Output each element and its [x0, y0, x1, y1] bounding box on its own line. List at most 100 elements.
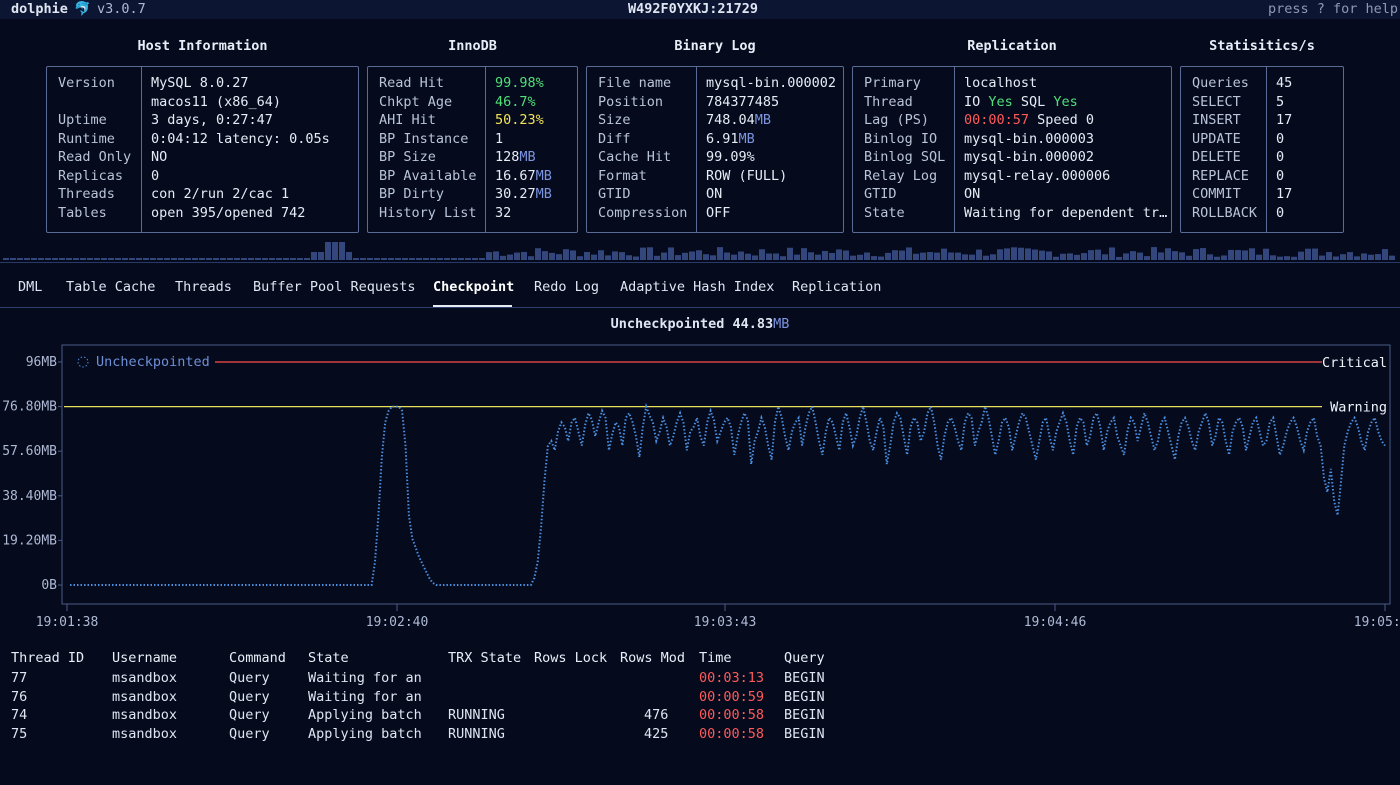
host-info-title: Host Information [137, 38, 268, 54]
sparkline-bar [927, 252, 933, 260]
column-header[interactable]: Query [784, 650, 825, 667]
panel-label: ROLLBACK [1192, 204, 1258, 221]
sparkline-bar [1081, 253, 1087, 260]
sparkline-bar [885, 252, 891, 260]
sparkline-bar [1284, 256, 1290, 260]
sparkline-bar [150, 258, 156, 260]
value-unit: MB [519, 149, 536, 165]
sparkline-bar [647, 247, 653, 260]
sparkline-bar [1032, 249, 1038, 260]
panel-label: Format [598, 167, 647, 184]
table-cell: BEGIN [784, 688, 825, 705]
table-cell: Applying batch [308, 725, 422, 742]
sparkline-bar [696, 250, 702, 260]
panel-label: BP Instance [379, 130, 469, 147]
sparkline-bar [829, 252, 835, 260]
sparkline-bar [388, 258, 394, 260]
column-header[interactable]: Command [229, 650, 286, 667]
tab-redo-log[interactable]: Redo Log [534, 279, 599, 296]
sparkline-bar [1186, 255, 1192, 260]
tab-replication[interactable]: Replication [792, 279, 881, 296]
tab-table-cache[interactable]: Table Cache [66, 279, 155, 296]
sparkline-bar [1305, 248, 1311, 260]
column-header[interactable]: Rows Mod [620, 650, 685, 667]
innodb-panel: Read Hit 99.98% Chkpt Age 46.7% AHI Hit 50.23… [367, 66, 578, 233]
panel-value: 16.67MB [495, 167, 552, 186]
tab-buffer-pool-requests[interactable]: Buffer Pool Requests [253, 279, 416, 296]
sparkline-bar [458, 258, 464, 260]
panel-value: MySQL 8.0.27 [151, 74, 249, 93]
sparkline-bar [24, 258, 30, 260]
value-text: Waiting for dependent tr… [964, 204, 1168, 221]
column-header[interactable]: Username [112, 650, 177, 667]
panel-value: ON [964, 185, 980, 204]
table-cell: 00:03:13 [699, 670, 765, 686]
sparkline-bar [1249, 248, 1255, 260]
value-text: 0:04:12 latency: 0.05s [151, 130, 330, 147]
sparkline-bar [591, 254, 597, 260]
sparkline-bar [10, 258, 16, 260]
column-header[interactable]: State [308, 650, 349, 667]
value-text: 784377485 [706, 93, 780, 110]
column-header[interactable]: TRX State [448, 650, 521, 667]
section-divider [0, 262, 1400, 263]
sparkline-bar [353, 258, 359, 260]
table-cell: Query [229, 688, 270, 705]
tab-dml[interactable]: DML [18, 279, 42, 296]
sparkline-bar [472, 258, 478, 260]
column-header[interactable]: Rows Lock [534, 650, 607, 667]
panel-divider [696, 67, 697, 232]
column-header[interactable]: Time [699, 650, 732, 667]
sparkline-bar [1326, 252, 1332, 260]
checkpoint-chart: 96MB 76.80MB 57.60MB 38.40MB 19.20MB 0B 19:01:… [2, 344, 1400, 630]
value-text: MySQL 8.0.27 [151, 75, 249, 91]
sparkline-bar [1151, 247, 1157, 260]
value-text: 46.7% [495, 93, 536, 110]
sparkline-bar [1347, 252, 1353, 260]
sparkline-bar [45, 258, 51, 260]
sparkline-bar [1333, 256, 1339, 260]
value-text: 50.23% [495, 112, 544, 128]
table-cell: BEGIN [784, 707, 825, 724]
sparkline-bar [493, 251, 499, 260]
panel-label: Size [598, 112, 631, 128]
sparkline-bar [1025, 248, 1031, 260]
sparkline-bar [899, 250, 905, 260]
sparkline-bar [318, 252, 324, 260]
sparkline-bar [444, 258, 450, 260]
x-tick-label: 19:03:43 [694, 615, 757, 630]
panel-label: SELECT [1192, 93, 1241, 110]
tab-checkpoint[interactable]: Checkpoint [433, 279, 514, 296]
sparkline-bar [290, 258, 296, 260]
tab-threads[interactable]: Threads [175, 279, 232, 296]
value-unit: MB [535, 186, 552, 202]
sparkline-bar [94, 258, 100, 260]
sparkline-bar [325, 242, 331, 260]
column-header[interactable]: Thread ID [11, 650, 84, 667]
tab-adaptive-hash-index[interactable]: Adaptive Hash Index [620, 279, 774, 296]
value-text: 0 [1276, 149, 1285, 165]
uncheckpointed-value: 44.83 [732, 316, 774, 332]
sparkline-bar [822, 250, 828, 260]
value-text: 45 [1276, 75, 1293, 91]
value-unit: MB [754, 112, 772, 128]
sparkline-bar [843, 250, 849, 260]
sparkline-bar [913, 253, 919, 260]
sparkline-bar [430, 258, 436, 260]
sparkline-bar [1137, 252, 1143, 260]
sparkline-bar [1235, 250, 1241, 260]
sparkline-bar [556, 254, 562, 260]
y-tick-label: 0B [41, 578, 57, 593]
sparkline-bar [528, 256, 534, 260]
panel-label: Queries [1192, 75, 1249, 91]
value-text: localhost [964, 75, 1038, 91]
x-tick-label: 19:02:40 [366, 615, 429, 630]
sparkline-bar [1382, 249, 1388, 260]
binlog-panel: File name mysql-bin.000002 Position 7843774… [586, 66, 844, 233]
panel-value: 99.98% [495, 74, 544, 93]
lag-time: 00:00:57 [964, 112, 1030, 128]
sparkline-bar [1179, 252, 1185, 260]
sparkline-bar [598, 250, 604, 260]
host-address: W492F0YXKJ:21729 [628, 1, 759, 17]
sparkline-bar [1291, 256, 1297, 260]
